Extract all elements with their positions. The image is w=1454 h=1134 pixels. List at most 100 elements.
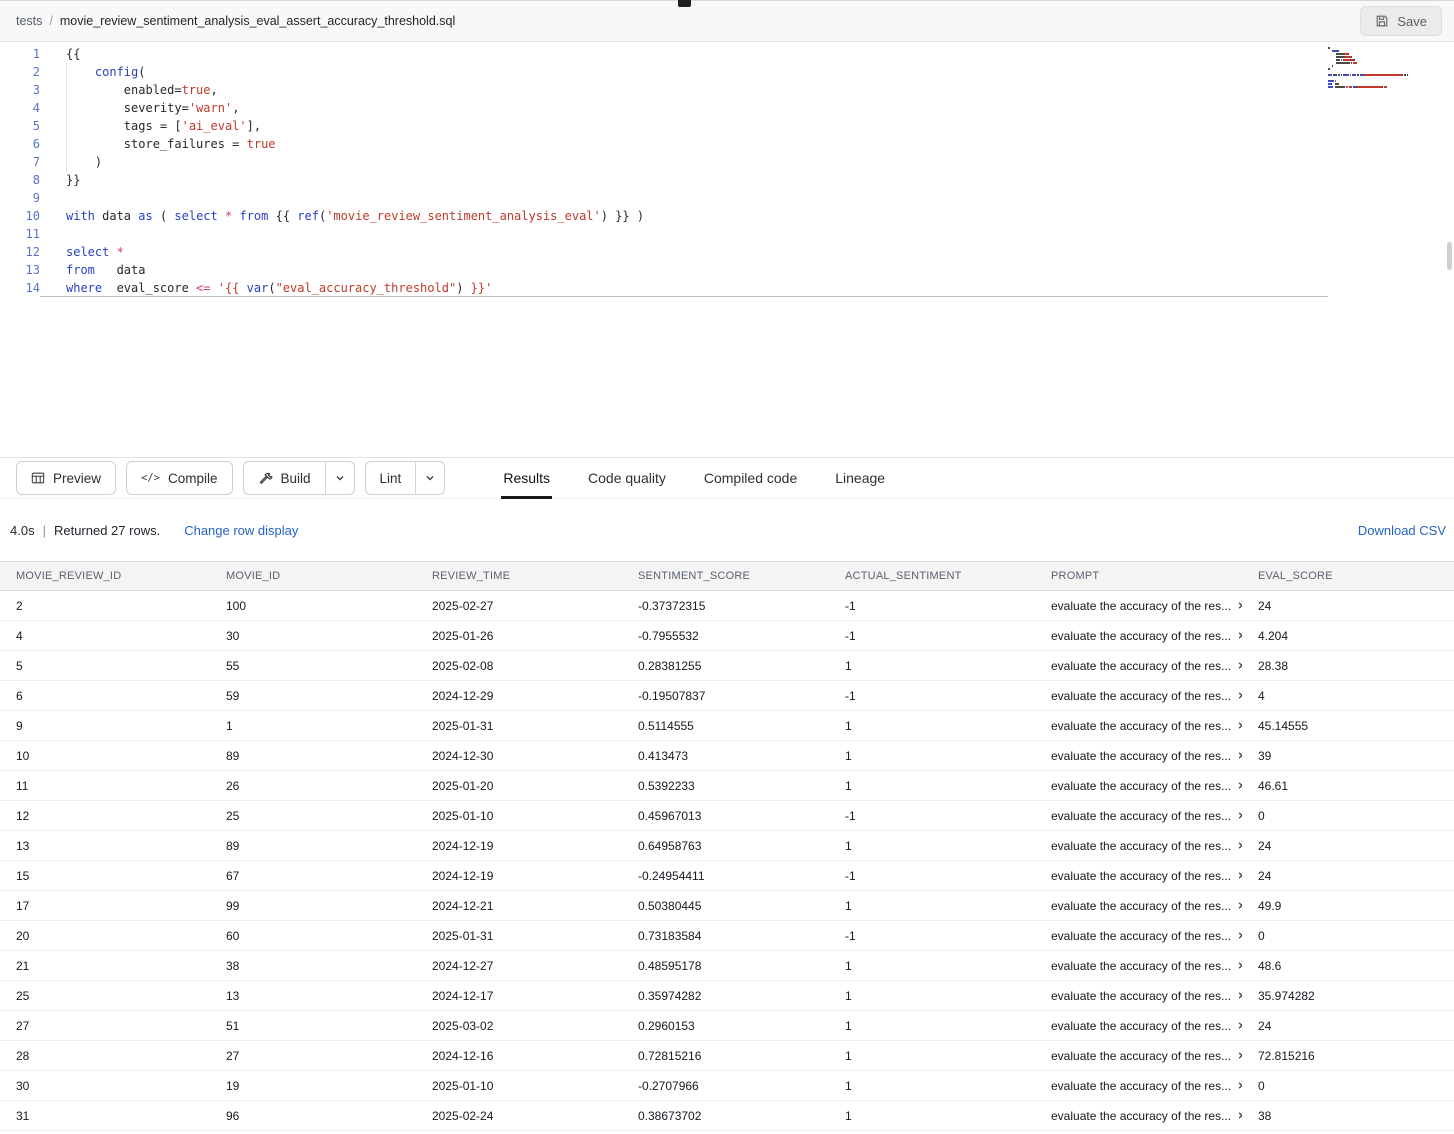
- cell-actual-sentiment: -1: [829, 869, 1035, 883]
- code-line[interactable]: 10with data as ( select * from {{ ref('m…: [0, 207, 1454, 225]
- cell-actual-sentiment: 1: [829, 1079, 1035, 1093]
- cell-prompt: evaluate the accuracy of the res...: [1035, 599, 1242, 613]
- table-row[interactable]: 20602025-01-310.73183584-1evaluate the a…: [0, 921, 1454, 951]
- cell-sentiment-score: 0.48595178: [622, 959, 829, 973]
- prompt-text: evaluate the accuracy of the res...: [1051, 839, 1231, 853]
- code-line-text: store_failures = true: [40, 135, 1328, 153]
- line-number: 13: [0, 261, 40, 279]
- query-time: 4.0s: [10, 523, 35, 538]
- cell-actual-sentiment: 1: [829, 659, 1035, 673]
- code-line[interactable]: 4 severity='warn',: [0, 99, 1454, 117]
- column-header-sentiment_score: SENTIMENT_SCORE: [622, 570, 829, 582]
- cell-movie-review-id: 28: [0, 1049, 210, 1063]
- cell-actual-sentiment: -1: [829, 599, 1035, 613]
- table-row[interactable]: 13892024-12-190.649587631evaluate the ac…: [0, 831, 1454, 861]
- cell-review-time: 2024-12-19: [416, 869, 622, 883]
- preview-button-label: Preview: [53, 471, 101, 486]
- code-line[interactable]: 11: [0, 225, 1454, 243]
- tab-code-quality[interactable]: Code quality: [586, 457, 668, 499]
- build-button-label: Build: [281, 471, 311, 486]
- code-line[interactable]: 1{{: [0, 45, 1454, 63]
- table-row[interactable]: 28272024-12-160.728152161evaluate the ac…: [0, 1041, 1454, 1071]
- code-line[interactable]: 14where eval_score <= '{{ var("eval_accu…: [0, 279, 1454, 297]
- lint-dropdown-button[interactable]: [415, 461, 445, 495]
- cell-sentiment-score: 0.38673702: [622, 1109, 829, 1123]
- table-row[interactable]: 17992024-12-210.503804451evaluate the ac…: [0, 891, 1454, 921]
- prompt-text: evaluate the accuracy of the res...: [1051, 629, 1231, 643]
- cell-movie-review-id: 15: [0, 869, 210, 883]
- code-line[interactable]: 2 config(: [0, 63, 1454, 81]
- column-header-actual_sentiment: ACTUAL_SENTIMENT: [829, 570, 1035, 582]
- table-row[interactable]: 25132024-12-170.359742821evaluate the ac…: [0, 981, 1454, 1011]
- minimap-line: [1328, 65, 1446, 67]
- prompt-text: evaluate the accuracy of the res...: [1051, 1079, 1231, 1093]
- table-row[interactable]: 5552025-02-080.283812551evaluate the acc…: [0, 651, 1454, 681]
- cell-movie-id: 60: [210, 929, 416, 943]
- cell-movie-review-id: 12: [0, 809, 210, 823]
- table-row[interactable]: 10892024-12-300.4134731evaluate the accu…: [0, 741, 1454, 771]
- change-row-display-link[interactable]: Change row display: [184, 523, 298, 538]
- editor-minimap[interactable]: [1328, 47, 1446, 89]
- prompt-text: evaluate the accuracy of the res...: [1051, 929, 1231, 943]
- table-row[interactable]: 27512025-03-020.29601531evaluate the acc…: [0, 1011, 1454, 1041]
- cell-sentiment-score: 0.64958763: [622, 839, 829, 853]
- code-line[interactable]: 5 tags = ['ai_eval'],: [0, 117, 1454, 135]
- prompt-text: evaluate the accuracy of the res...: [1051, 1019, 1231, 1033]
- lint-button[interactable]: Lint: [365, 461, 416, 495]
- code-line[interactable]: 13from data: [0, 261, 1454, 279]
- code-line[interactable]: 8}}: [0, 171, 1454, 189]
- code-line-text: select *: [40, 243, 1328, 261]
- table-row[interactable]: 30192025-01-10-0.27079661evaluate the ac…: [0, 1071, 1454, 1101]
- cell-review-time: 2025-02-08: [416, 659, 622, 673]
- table-row[interactable]: 6592024-12-29-0.19507837-1evaluate the a…: [0, 681, 1454, 711]
- cell-movie-review-id: 10: [0, 749, 210, 763]
- cell-review-time: 2024-12-29: [416, 689, 622, 703]
- minimap-line: [1328, 74, 1446, 76]
- code-line[interactable]: 3 enabled=true,: [0, 81, 1454, 99]
- cell-review-time: 2024-12-21: [416, 899, 622, 913]
- prompt-text: evaluate the accuracy of the res...: [1051, 779, 1231, 793]
- cell-movie-id: 19: [210, 1079, 416, 1093]
- build-button[interactable]: Build: [243, 461, 325, 495]
- top-edge-artifact: [678, 0, 691, 7]
- code-editor[interactable]: 1{{2 config(3 enabled=true,4 severity='w…: [0, 42, 1454, 457]
- table-row[interactable]: 12252025-01-100.45967013-1evaluate the a…: [0, 801, 1454, 831]
- table-row[interactable]: 21002025-02-27-0.37372315-1evaluate the …: [0, 591, 1454, 621]
- save-button[interactable]: Save: [1360, 6, 1442, 36]
- line-number: 3: [0, 81, 40, 99]
- cell-actual-sentiment: 1: [829, 1109, 1035, 1123]
- minimap-line: [1328, 77, 1446, 79]
- code-line[interactable]: 6 store_failures = true: [0, 135, 1454, 153]
- preview-button[interactable]: Preview: [16, 461, 116, 495]
- cell-prompt: evaluate the accuracy of the res...: [1035, 719, 1242, 733]
- code-line[interactable]: 12select *: [0, 243, 1454, 261]
- prompt-text: evaluate the accuracy of the res...: [1051, 1049, 1231, 1063]
- table-row[interactable]: 912025-01-310.51145551evaluate the accur…: [0, 711, 1454, 741]
- code-line-text: from data: [40, 261, 1328, 279]
- editor-scrollbar[interactable]: [1447, 242, 1452, 270]
- cell-sentiment-score: -0.7955532: [622, 629, 829, 643]
- column-header-prompt: PROMPT: [1035, 570, 1242, 582]
- code-line[interactable]: 9: [0, 189, 1454, 207]
- table-row[interactable]: 4302025-01-26-0.7955532-1evaluate the ac…: [0, 621, 1454, 651]
- tab-results[interactable]: Results: [501, 457, 552, 499]
- line-number: 7: [0, 153, 40, 171]
- table-row[interactable]: 11262025-01-200.53922331evaluate the acc…: [0, 771, 1454, 801]
- tab-lineage[interactable]: Lineage: [833, 457, 887, 499]
- cell-movie-review-id: 25: [0, 989, 210, 1003]
- code-line[interactable]: 7 ): [0, 153, 1454, 171]
- cell-eval-score: 48.6: [1242, 959, 1454, 973]
- code-line-text: where eval_score <= '{{ var("eval_accura…: [40, 279, 1328, 297]
- breadcrumb-separator: /: [49, 14, 52, 28]
- table-row[interactable]: 15672024-12-19-0.24954411-1evaluate the …: [0, 861, 1454, 891]
- code-line-text: with data as ( select * from {{ ref('mov…: [40, 207, 1328, 225]
- build-dropdown-button[interactable]: [325, 461, 355, 495]
- tab-compiled-code[interactable]: Compiled code: [702, 457, 799, 499]
- breadcrumb-folder[interactable]: tests: [16, 14, 42, 28]
- table-row[interactable]: 31962025-02-240.386737021evaluate the ac…: [0, 1101, 1454, 1131]
- cell-sentiment-score: 0.73183584: [622, 929, 829, 943]
- cell-movie-id: 13: [210, 989, 416, 1003]
- compile-button[interactable]: </> Compile: [126, 461, 233, 495]
- table-row[interactable]: 21382024-12-270.485951781evaluate the ac…: [0, 951, 1454, 981]
- download-csv-link[interactable]: Download CSV: [1358, 523, 1446, 538]
